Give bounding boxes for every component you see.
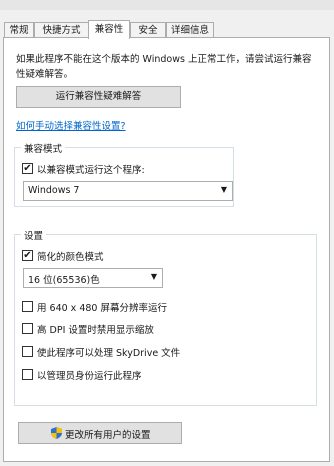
skydrive-label: 使此程序可以处理 SkyDrive 文件 xyxy=(37,348,181,359)
window-title-strip xyxy=(0,0,334,10)
compat-mode-label: 以兼容模式运行这个程序: xyxy=(37,165,145,176)
resolution-640-label: 用 640 x 480 屏幕分辨率运行 xyxy=(37,303,167,314)
compatibility-panel: 如果此程序不能在这个版本的 Windows 上正常工作，请尝试运行兼容性疑难解答… xyxy=(3,37,330,462)
settings-title: 设置 xyxy=(21,228,47,242)
tab-shortcut[interactable]: 快捷方式 xyxy=(34,22,89,37)
tab-details[interactable]: 详细信息 xyxy=(166,22,214,37)
change-all-users-label: 更改所有用户的设置 xyxy=(65,430,151,441)
tab-compatibility[interactable]: 兼容性 xyxy=(88,20,130,39)
settings-group: 设置 ✔ 简化的颜色模式 16 位(65536)色 ▼ 用 640 x 480 … xyxy=(14,228,317,406)
resolution-640-checkbox[interactable] xyxy=(22,301,33,312)
skydrive-checkbox[interactable] xyxy=(22,346,33,357)
intro-text: 如果此程序不能在这个版本的 Windows 上正常工作，请尝试运行兼容性疑难解答… xyxy=(16,54,312,80)
tab-security[interactable]: 安全 xyxy=(130,22,166,37)
color-depth-select[interactable]: 16 位(65536)色 ▼ xyxy=(23,268,163,288)
chevron-down-icon: ▼ xyxy=(150,272,157,281)
reduced-color-checkbox[interactable]: ✔ xyxy=(22,250,33,261)
shield-icon xyxy=(51,427,62,439)
run-troubleshooter-button[interactable]: 运行兼容性疑难解答 xyxy=(16,86,181,108)
run-as-admin-label: 以管理员身份运行此程序 xyxy=(37,371,142,382)
disable-dpi-scaling-checkbox[interactable] xyxy=(22,323,33,334)
tab-general[interactable]: 常规 xyxy=(4,22,34,37)
chevron-down-icon: ▼ xyxy=(220,185,227,194)
os-version-value: Windows 7 xyxy=(28,185,80,196)
reduced-color-label: 简化的颜色模式 xyxy=(37,252,104,263)
compat-mode-checkbox[interactable]: ✔ xyxy=(22,163,33,174)
manual-settings-link[interactable]: 如何手动选择兼容性设置? xyxy=(16,118,126,132)
disable-dpi-scaling-label: 高 DPI 设置时禁用显示缩放 xyxy=(37,325,154,336)
compat-mode-title: 兼容模式 xyxy=(21,141,66,155)
change-all-users-button[interactable]: 更改所有用户的设置 xyxy=(18,422,182,444)
os-version-select[interactable]: Windows 7 ▼ xyxy=(23,181,233,201)
compat-mode-group: 兼容模式 ✔ 以兼容模式运行这个程序: Windows 7 ▼ xyxy=(14,141,234,207)
color-depth-value: 16 位(65536)色 xyxy=(28,275,100,286)
run-as-admin-checkbox[interactable] xyxy=(22,369,33,380)
